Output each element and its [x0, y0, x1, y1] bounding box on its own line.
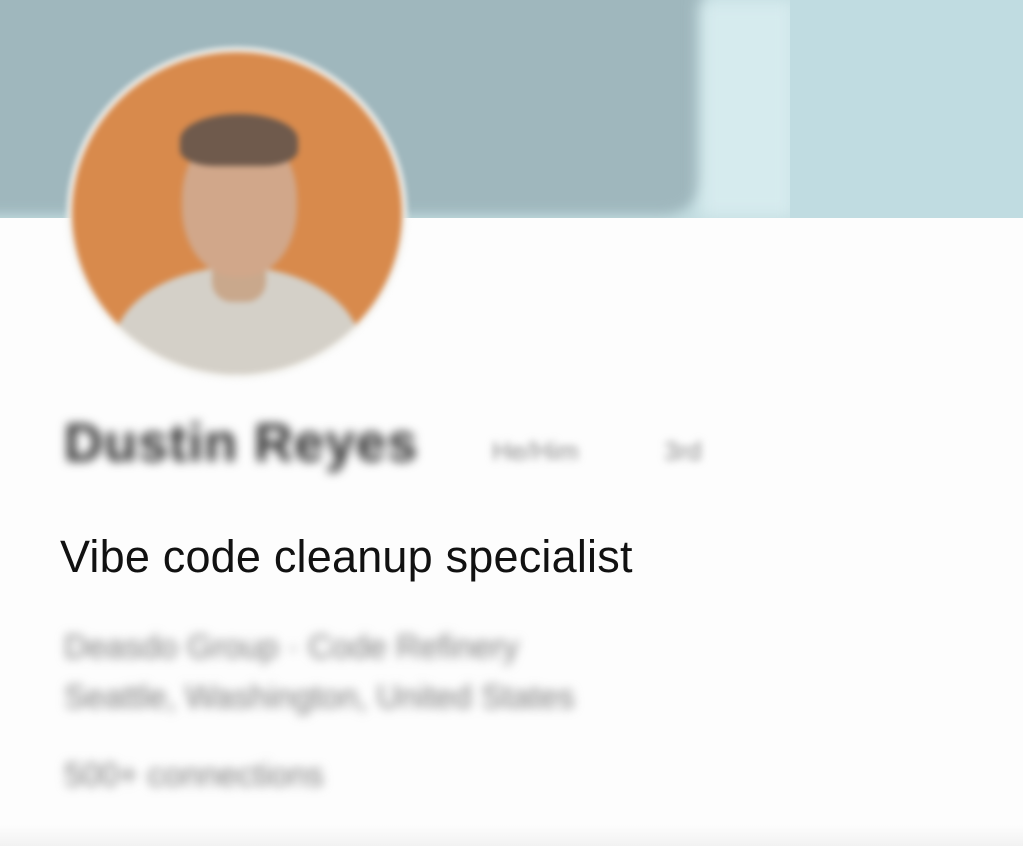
profile-card: Dustin Reyes He/Him 3rd Vibe code cleanu…	[0, 0, 1023, 846]
cover-shape-light	[790, 0, 1023, 218]
connection-degree: 3rd	[664, 436, 702, 466]
profile-connections[interactable]: 500+ connections	[64, 756, 324, 794]
profile-name: Dustin Reyes	[64, 413, 419, 473]
profile-avatar[interactable]	[72, 52, 402, 374]
profile-headline: Vibe code cleanup specialist	[60, 531, 633, 582]
cover-shape-stripe	[700, 0, 795, 218]
profile-company-line[interactable]: Deasdo Group · Code Refinery	[64, 628, 519, 666]
profile-location: Seattle, Washington, United States	[64, 678, 575, 715]
profile-pronouns: He/Him	[492, 436, 579, 466]
card-bottom-edge	[0, 825, 1023, 846]
avatar-hair	[180, 114, 298, 166]
